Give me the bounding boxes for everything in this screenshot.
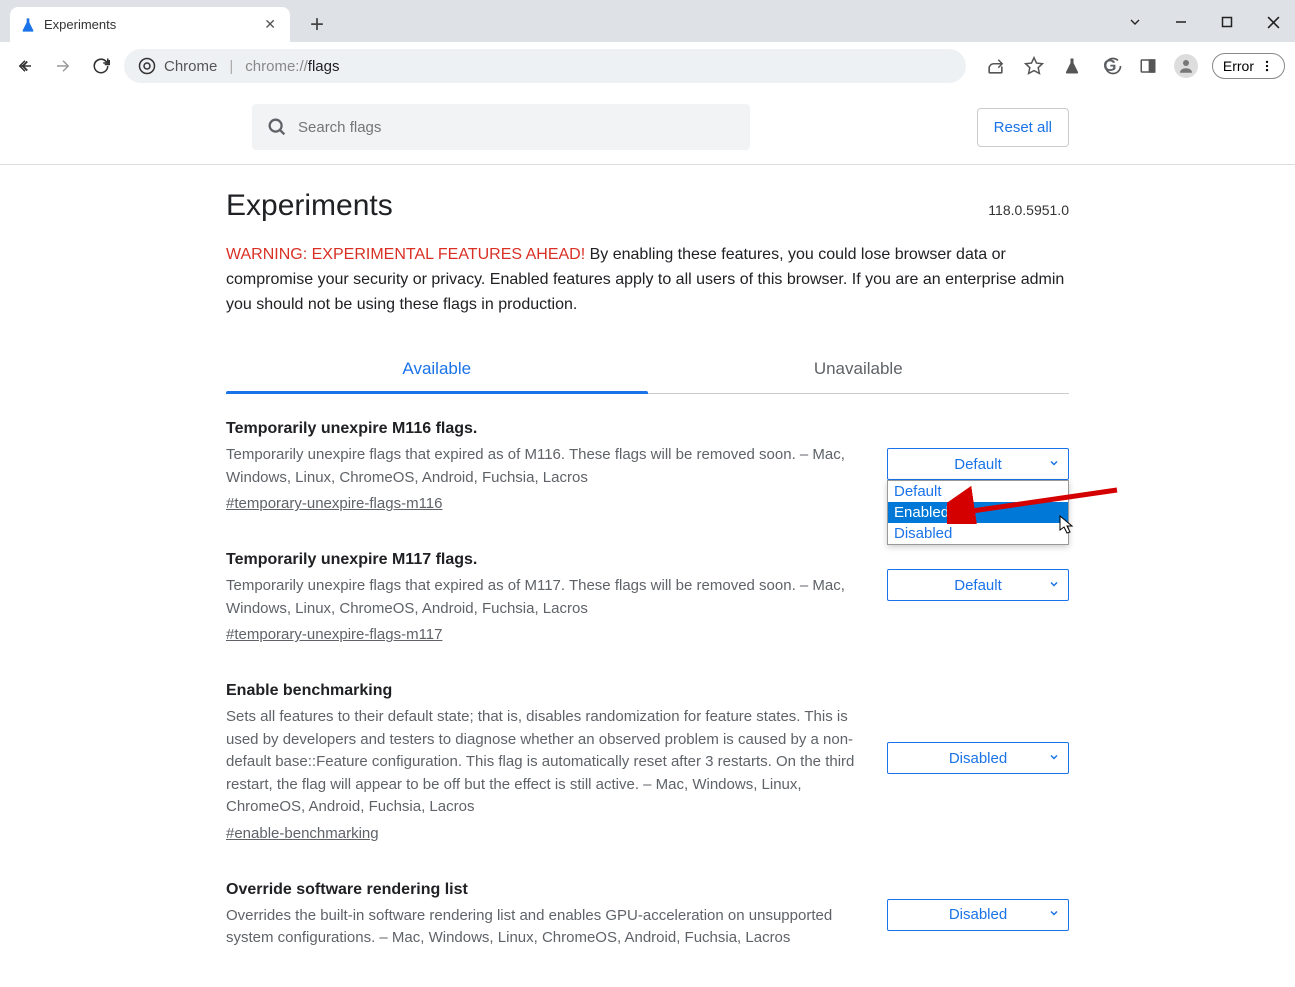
flag-select-value: Disabled — [949, 750, 1007, 767]
flag-select-wrap: Disabled — [887, 881, 1069, 956]
flask-icon — [20, 17, 36, 33]
tab-search-button[interactable] — [1121, 8, 1149, 36]
flag-description: Temporarily unexpire flags that expired … — [226, 575, 866, 620]
window-controls — [1121, 8, 1287, 36]
close-window-button[interactable] — [1259, 8, 1287, 36]
flag-description: Temporarily unexpire flags that expired … — [226, 444, 866, 489]
url-bar[interactable]: Chrome | chrome://flags — [124, 49, 966, 83]
dropdown-option-disabled[interactable]: Disabled — [888, 523, 1068, 544]
flag-select-wrap: Default — [887, 551, 1069, 644]
new-tab-button[interactable]: + — [302, 7, 332, 42]
chrome-icon — [138, 57, 156, 75]
version-label: 118.0.5951.0 — [988, 202, 1069, 218]
flag-item: Override software rendering list Overrid… — [226, 881, 1069, 956]
toolbar-icons: G Error — [984, 53, 1285, 79]
flag-info: Temporarily unexpire M116 flags. Tempora… — [226, 420, 871, 513]
page-header: Reset all — [0, 90, 1295, 165]
url-scheme: Chrome — [164, 58, 217, 75]
flag-item: Enable benchmarking Sets all features to… — [226, 682, 1069, 843]
flask-icon[interactable] — [1060, 54, 1084, 78]
dropdown-option-default[interactable]: Default — [888, 481, 1068, 502]
flag-title: Enable benchmarking — [226, 682, 871, 700]
search-box[interactable] — [252, 104, 750, 150]
dropdown-menu: Default Enabled Disabled — [887, 480, 1069, 545]
flag-select[interactable]: Disabled — [887, 899, 1069, 931]
chevron-down-icon — [1048, 750, 1060, 767]
flag-link[interactable]: #enable-benchmarking — [226, 825, 379, 842]
google-icon[interactable]: G — [1098, 54, 1122, 78]
share-icon[interactable] — [984, 54, 1008, 78]
flag-title: Temporarily unexpire M116 flags. — [226, 420, 871, 438]
content-scroll[interactable]: Experiments 118.0.5951.0 WARNING: EXPERI… — [0, 165, 1295, 986]
tab-available[interactable]: Available — [226, 345, 648, 393]
browser-tab[interactable]: Experiments ✕ — [10, 7, 290, 42]
flag-select-wrap: Disabled — [887, 682, 1069, 843]
tabs: Available Unavailable — [226, 345, 1069, 394]
reload-button[interactable] — [86, 51, 116, 81]
flag-link[interactable]: #temporary-unexpire-flags-m117 — [226, 626, 442, 643]
flag-select-wrap: Default Default Enabled Disabled — [887, 420, 1069, 513]
warning-text: WARNING: EXPERIMENTAL FEATURES AHEAD! By… — [226, 243, 1069, 317]
profile-avatar[interactable] — [1174, 54, 1198, 78]
error-label: Error — [1223, 58, 1254, 74]
flag-select[interactable]: Default — [887, 569, 1069, 601]
flag-select-value: Default — [954, 577, 1002, 594]
address-bar: Chrome | chrome://flags G Error — [0, 42, 1295, 90]
chevron-down-icon — [1048, 906, 1060, 923]
browser-chrome: Experiments ✕ + Chrome | chrome://flags … — [0, 0, 1295, 90]
reset-all-button[interactable]: Reset all — [977, 108, 1069, 147]
dropdown-option-enabled[interactable]: Enabled — [888, 502, 1068, 523]
flag-info: Override software rendering list Overrid… — [226, 881, 871, 956]
tab-close-button[interactable]: ✕ — [260, 16, 280, 33]
search-input[interactable] — [298, 119, 736, 136]
tab-title: Experiments — [44, 17, 252, 32]
flag-item: Temporarily unexpire M117 flags. Tempora… — [226, 551, 1069, 644]
tab-unavailable[interactable]: Unavailable — [648, 345, 1070, 393]
flag-select[interactable]: Disabled — [887, 742, 1069, 774]
sidepanel-icon[interactable] — [1136, 54, 1160, 78]
chevron-down-icon — [1048, 577, 1060, 594]
url-separator: | — [229, 58, 233, 75]
flag-item: Temporarily unexpire M116 flags. Tempora… — [226, 420, 1069, 513]
flag-select-value: Default — [954, 456, 1002, 473]
flag-info: Enable benchmarking Sets all features to… — [226, 682, 871, 843]
url-path: chrome://flags — [245, 58, 339, 75]
flag-link[interactable]: #temporary-unexpire-flags-m116 — [226, 495, 442, 512]
warning-prefix: WARNING: EXPERIMENTAL FEATURES AHEAD! — [226, 246, 585, 263]
page-title: Experiments — [226, 189, 393, 223]
back-button[interactable] — [10, 51, 40, 81]
error-button[interactable]: Error — [1212, 53, 1285, 79]
flag-description: Sets all features to their default state… — [226, 706, 866, 819]
forward-button[interactable] — [48, 51, 78, 81]
page-title-row: Experiments 118.0.5951.0 — [226, 189, 1069, 223]
tab-strip: Experiments ✕ + — [0, 0, 1295, 42]
search-icon — [266, 116, 288, 138]
flag-select-value: Disabled — [949, 906, 1007, 923]
flag-title: Temporarily unexpire M117 flags. — [226, 551, 871, 569]
chevron-down-icon — [1048, 456, 1060, 473]
bookmark-star-icon[interactable] — [1022, 54, 1046, 78]
maximize-button[interactable] — [1213, 8, 1241, 36]
flag-info: Temporarily unexpire M117 flags. Tempora… — [226, 551, 871, 644]
flag-title: Override software rendering list — [226, 881, 871, 899]
content: Experiments 118.0.5951.0 WARNING: EXPERI… — [226, 165, 1069, 986]
minimize-button[interactable] — [1167, 8, 1195, 36]
flag-select[interactable]: Default — [887, 448, 1069, 480]
kebab-icon — [1260, 59, 1274, 73]
flag-description: Overrides the built-in software renderin… — [226, 905, 866, 950]
